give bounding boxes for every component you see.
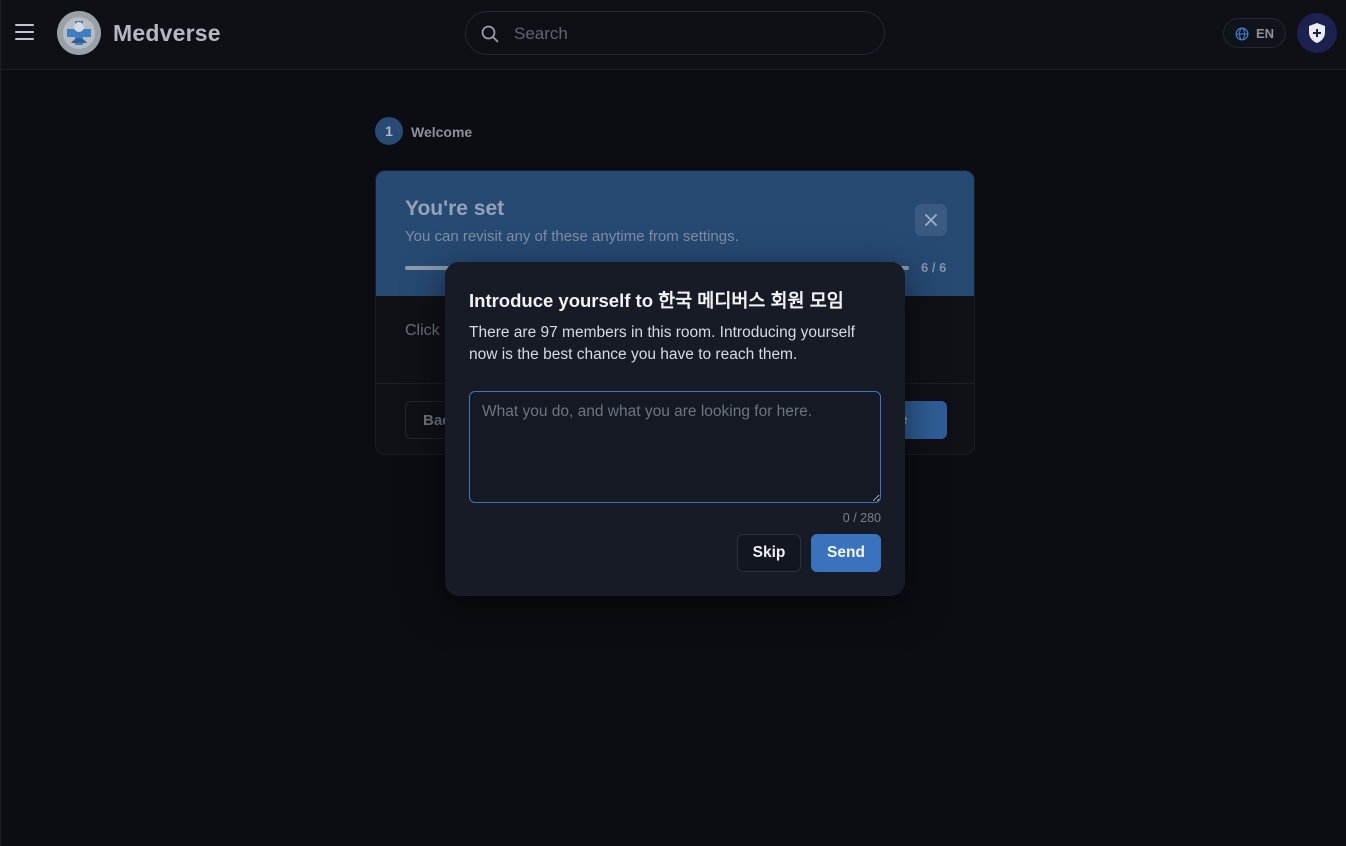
step-label: Welcome [411, 124, 473, 140]
globe-icon [1235, 27, 1249, 41]
language-code: EN [1256, 26, 1275, 41]
onboarding-body-text: Click [405, 322, 440, 339]
search-icon [481, 25, 499, 43]
onboarding-title: You're set [405, 197, 505, 220]
send-button[interactable]: Send [811, 534, 881, 572]
skip-button[interactable]: Skip [737, 534, 801, 572]
onboarding-subtitle: You can revisit any of these anytime fro… [405, 228, 739, 245]
introduction-textarea[interactable] [469, 391, 881, 503]
character-count: 0 / 280 [842, 511, 881, 525]
shield-icon [1309, 23, 1325, 43]
dialog-title: Introduce yourself to 한국 메디버스 회원 모임 [469, 290, 844, 311]
top-header: Medverse EN [1, 0, 1346, 70]
search-input[interactable] [514, 20, 864, 48]
onboarding-close-button[interactable] [915, 204, 947, 236]
onboarding-progress-count: 6 / 6 [921, 260, 947, 275]
search-bar[interactable] [465, 11, 885, 55]
dialog-description: There are 97 members in this room. Intro… [469, 324, 855, 363]
close-icon [925, 214, 937, 226]
introduce-yourself-dialog: Introduce yourself to 한국 메디버스 회원 모임 Ther… [445, 262, 905, 596]
step-number-badge: 1 [375, 117, 403, 145]
app-page: Medverse EN 1 Welcome Y [0, 0, 1346, 846]
security-shield-button[interactable] [1297, 13, 1337, 53]
medverse-logo[interactable] [57, 11, 101, 55]
menu-icon[interactable] [11, 19, 39, 47]
language-button[interactable]: EN [1223, 18, 1286, 48]
brand-name: Medverse [113, 20, 221, 46]
